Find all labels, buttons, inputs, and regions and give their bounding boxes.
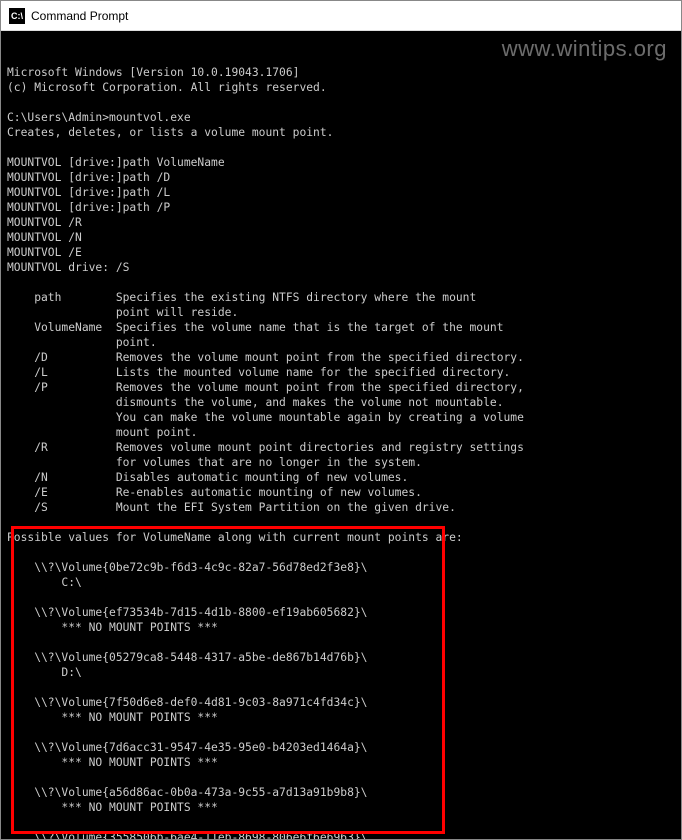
window-title: Command Prompt: [31, 9, 128, 23]
watermark-text: www.wintips.org: [502, 41, 667, 56]
terminal-text: Microsoft Windows [Version 10.0.19043.17…: [7, 65, 675, 839]
terminal-output[interactable]: Microsoft Windows [Version 10.0.19043.17…: [1, 31, 681, 839]
window-titlebar[interactable]: C:\ Command Prompt: [1, 1, 681, 31]
cmd-icon: C:\: [9, 8, 25, 24]
